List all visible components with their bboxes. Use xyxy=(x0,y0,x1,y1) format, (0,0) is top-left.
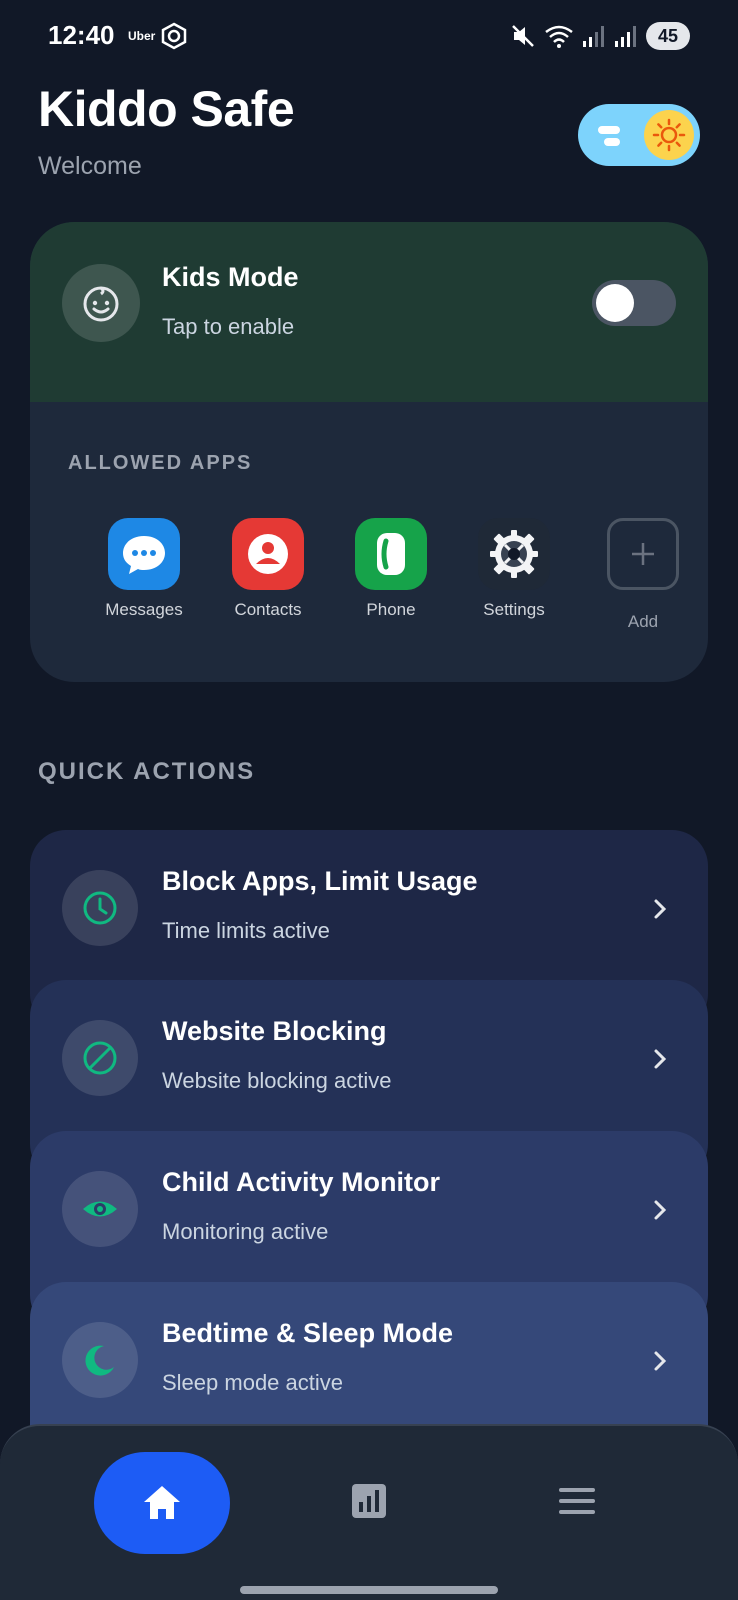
kids-mode-switch[interactable] xyxy=(592,280,676,326)
wifi-icon xyxy=(545,25,573,48)
uber-hex-icon xyxy=(161,22,187,50)
clock-icon xyxy=(62,870,138,946)
plus-icon xyxy=(607,518,679,590)
app-settings[interactable]: Settings xyxy=(454,518,574,620)
quick-action-subtitle: Website blocking active xyxy=(162,1068,392,1093)
messages-icon xyxy=(108,518,180,590)
eye-icon xyxy=(62,1171,138,1247)
allowed-apps-label: ALLOWED APPS xyxy=(68,452,253,474)
signal-icon-2 xyxy=(615,26,636,47)
baby-face-icon xyxy=(62,264,140,342)
quick-action-title: Website Blocking xyxy=(162,1016,387,1046)
allowed-apps-row: Messages Contacts Phone Settings Add xyxy=(30,518,708,638)
quick-action-subtitle: Monitoring active xyxy=(162,1219,329,1244)
battery-indicator: 45 xyxy=(646,22,690,50)
app-messages[interactable]: Messages xyxy=(84,518,204,620)
welcome-text: Welcome xyxy=(38,152,142,180)
status-bar: 12:40 Uber 45 xyxy=(0,0,738,72)
cloud-icon xyxy=(598,126,620,146)
app-label-settings: Settings xyxy=(483,600,545,619)
nav-home-button[interactable] xyxy=(94,1452,230,1554)
add-app-label: Add xyxy=(627,612,659,631)
moon-icon xyxy=(62,1322,138,1398)
chevron-right-icon xyxy=(654,1049,667,1069)
add-app-button[interactable]: Add xyxy=(583,518,703,632)
app-phone[interactable]: Phone xyxy=(331,518,451,620)
quick-action-title: Child Activity Monitor xyxy=(162,1167,440,1197)
quick-action-title: Block Apps, Limit Usage xyxy=(162,866,478,896)
theme-toggle[interactable] xyxy=(578,104,700,166)
quick-action-title: Bedtime & Sleep Mode xyxy=(162,1318,454,1348)
uber-notification-label: Uber xyxy=(128,29,156,43)
chevron-right-icon xyxy=(654,1351,667,1371)
bottom-navigation xyxy=(0,1424,738,1600)
app-label-contacts: Contacts xyxy=(234,600,302,619)
quick-actions-label: QUICK ACTIONS xyxy=(38,758,256,785)
menu-icon[interactable] xyxy=(558,1484,596,1518)
app-label-messages: Messages xyxy=(105,600,183,619)
chevron-right-icon xyxy=(654,1200,667,1220)
quick-action-subtitle: Sleep mode active xyxy=(162,1370,343,1395)
kids-mode-subtitle: Tap to enable xyxy=(162,314,295,339)
home-icon xyxy=(144,1486,180,1519)
mute-icon xyxy=(512,25,534,47)
kids-mode-header[interactable]: Kids Mode Tap to enable xyxy=(30,222,708,402)
app-contacts[interactable]: Contacts xyxy=(208,518,328,620)
kids-mode-title: Kids Mode xyxy=(162,262,299,292)
phone-icon xyxy=(355,518,427,590)
switch-knob xyxy=(596,284,634,322)
app-title: Kiddo Safe xyxy=(38,81,295,137)
status-time: 12:40 xyxy=(48,20,115,50)
stats-icon[interactable] xyxy=(350,1482,388,1520)
app-label-phone: Phone xyxy=(366,600,416,619)
chevron-right-icon xyxy=(654,899,667,919)
home-indicator[interactable] xyxy=(240,1586,498,1594)
contacts-icon xyxy=(232,518,304,590)
settings-icon xyxy=(478,518,550,590)
quick-action-subtitle: Time limits active xyxy=(162,918,330,943)
block-icon xyxy=(62,1020,138,1096)
kids-mode-card: Kids Mode Tap to enable ALLOWED APPS Mes… xyxy=(30,222,708,682)
signal-icon xyxy=(583,26,604,47)
status-icons: 45 xyxy=(510,20,690,52)
sun-icon xyxy=(644,110,694,160)
